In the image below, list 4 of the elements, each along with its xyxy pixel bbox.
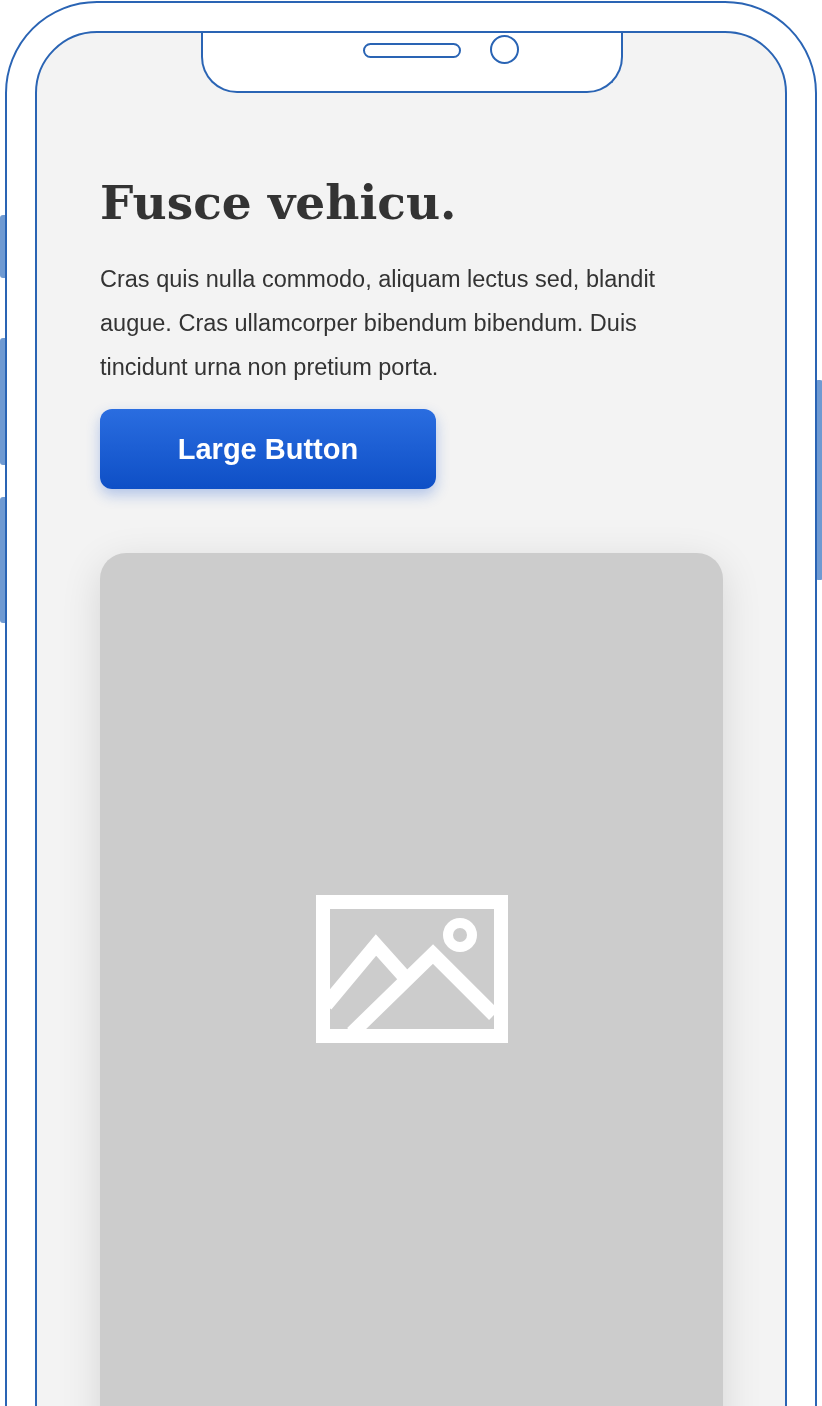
large-button[interactable]: Large Button [100, 409, 436, 489]
body-paragraph: Cras quis nulla commodo, aliquam lectus sed, blandit augue. Cras ullamcorper bibendum bibendum. Duis tincidunt urna non pretium porta. [100, 265, 657, 382]
page-heading: Fusce vehicu. [100, 174, 457, 232]
image-icon [315, 895, 508, 1043]
